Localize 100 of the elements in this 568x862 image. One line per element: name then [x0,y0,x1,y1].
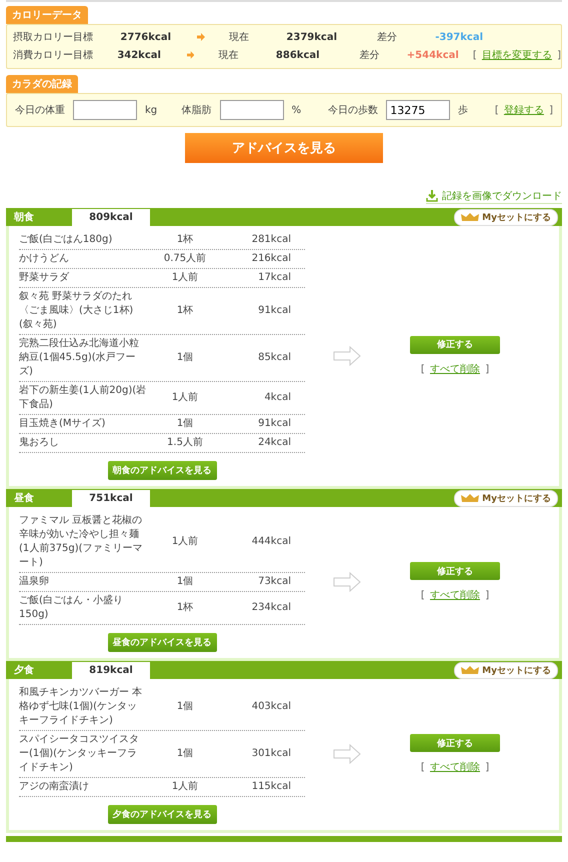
target-value: 342kcal [116,50,161,60]
crown-icon [461,494,480,502]
advice-button[interactable]: アドバイスを見る [185,133,383,163]
food-name: ファミマル 豆板醤と花椒の辛味が効いた冷やし担々麺(1人前375g)(ファミリーマート) [19,514,144,570]
food-amount: 1杯 [176,304,194,318]
field-label: 今日の歩数 [328,104,378,117]
food-amount: 1人前 [170,780,200,794]
food-name: かけうどん [19,252,70,266]
bracket: [ [420,762,425,773]
arrow-icon [197,33,205,41]
food-kcal: 216kcal [250,252,291,266]
food-name: 目玉焼き(Mサイズ) [19,417,106,431]
food-amount: 1個 [176,700,194,714]
food-name: 和風チキンカツバーガー 本格ゆず七味(1個)(ケンタッキーフライドチキン) [19,686,144,728]
bracket: ] [485,590,490,601]
meal-name: 夕食 [13,664,35,677]
edit-button[interactable]: 修正する [410,336,500,354]
current-value: 886kcal [274,50,320,60]
food-name: 温泉卵 [19,575,50,589]
bracket: [ [420,364,425,374]
myset-button[interactable]: Myセットにする [454,208,558,226]
food-amount: 1個 [176,351,194,365]
download-icon [426,190,438,202]
meal-advice-button[interactable]: 朝食のアドバイスを見る [108,461,216,480]
food-name: ご飯(白ごはん180g) [19,233,114,247]
unit-label: kg [145,104,158,116]
food-amount: 1人前 [170,391,200,405]
meal-name: 昼食 [13,492,35,505]
food-amount: 1人前 [170,535,200,549]
input-field[interactable]: 13275 [386,100,450,120]
meal-total: 809kcal [72,208,150,226]
food-name: 鬼おろし [19,436,60,450]
food-amount: 0.75人前 [162,252,208,266]
edit-button[interactable]: 修正する [410,734,500,752]
bracket: [ [494,105,499,116]
bracket: ] [549,105,554,116]
meal-advice-button[interactable]: 昼食のアドバイスを見る [108,633,216,652]
food-name: ご飯(白ごはん・小盛り150g) [19,594,124,622]
food-amount: 1個 [176,747,194,761]
register-link[interactable]: 登録する [504,105,544,116]
diff-value: +544kcal [406,50,459,60]
food-kcal: 444kcal [250,535,291,549]
unit-label: % [292,104,302,116]
delete-all-link[interactable]: すべて削除 [430,590,480,601]
food-amount: 1個 [176,575,194,589]
row-label: 摂取カロリー目標 [13,30,94,44]
delete-all-link[interactable]: すべて削除 [430,762,480,773]
food-kcal: 24kcal [257,436,291,450]
food-kcal: 73kcal [257,575,291,589]
diff-label: 差分 [360,49,381,62]
arrow-icon [333,572,361,592]
food-kcal: 85kcal [257,351,291,365]
bracket: ] [557,50,561,61]
crown-icon [461,212,480,222]
food-kcal: 403kcal [250,700,291,714]
food-amount: 1個 [176,417,194,431]
meal-advice-button[interactable]: 夕食のアドバイスを見る [108,805,216,824]
food-amount: 1杯 [176,233,194,247]
diff-label: 差分 [377,31,398,44]
food-kcal: 301kcal [250,747,291,761]
food-amount: 1.5人前 [166,436,204,450]
meal-total: 751kcal [72,490,150,506]
myset-button[interactable]: Myセットにする [454,662,558,678]
food-name: スパイシータコスツイスター(1個)(ケンタッキーフライドチキン) [19,733,140,775]
field-label: 体脂肪 [182,104,212,117]
diff-value: -397kcal [434,32,483,42]
input-field[interactable] [73,100,137,120]
food-amount: 1杯 [176,601,194,615]
food-name: 岩下の新生姜(1人前20g)(岩下食品) [19,384,147,412]
bracket: [ [472,50,477,61]
food-amount: 1人前 [170,271,200,285]
field-label: 今日の体重 [15,104,65,117]
delete-all-link[interactable]: すべて削除 [430,364,480,374]
edit-button[interactable]: 修正する [410,562,500,580]
unit-label: 歩 [458,104,470,117]
food-kcal: 91kcal [257,417,291,431]
target-value: 2776kcal [119,32,171,42]
current-label: 現在 [229,31,250,44]
food-name: 野菜サラダ [19,271,70,285]
download-link[interactable]: 記録を画像でダウンロード [426,189,562,204]
bracket: [ [420,590,425,601]
food-kcal: 115kcal [250,780,291,794]
food-kcal: 281kcal [250,233,291,247]
row-label: 消費カロリー目標 [13,48,94,62]
current-label: 現在 [218,49,240,62]
crown-icon [461,666,480,674]
food-kcal: 91kcal [257,304,291,318]
current-value: 2379kcal [285,32,337,42]
input-field[interactable] [220,100,284,120]
food-name: 完熟二段仕込み北海道小粒納豆(1個45.5g)(水戸フーズ) [19,337,140,379]
food-kcal: 234kcal [250,601,291,615]
myset-button[interactable]: Myセットにする [454,490,558,506]
meal-name: 朝食 [12,210,35,224]
arrow-icon [333,744,361,764]
change-goal-link[interactable]: 目標を変更する [482,50,552,61]
meal-total: 819kcal [72,662,150,678]
bracket: ] [485,762,490,773]
arrow-icon [333,346,361,366]
food-name: 叙々苑 野菜サラダのたれ〈ごま風味〉(大さじ1杯)(叙々苑) [19,290,134,332]
bracket: ] [485,364,490,374]
